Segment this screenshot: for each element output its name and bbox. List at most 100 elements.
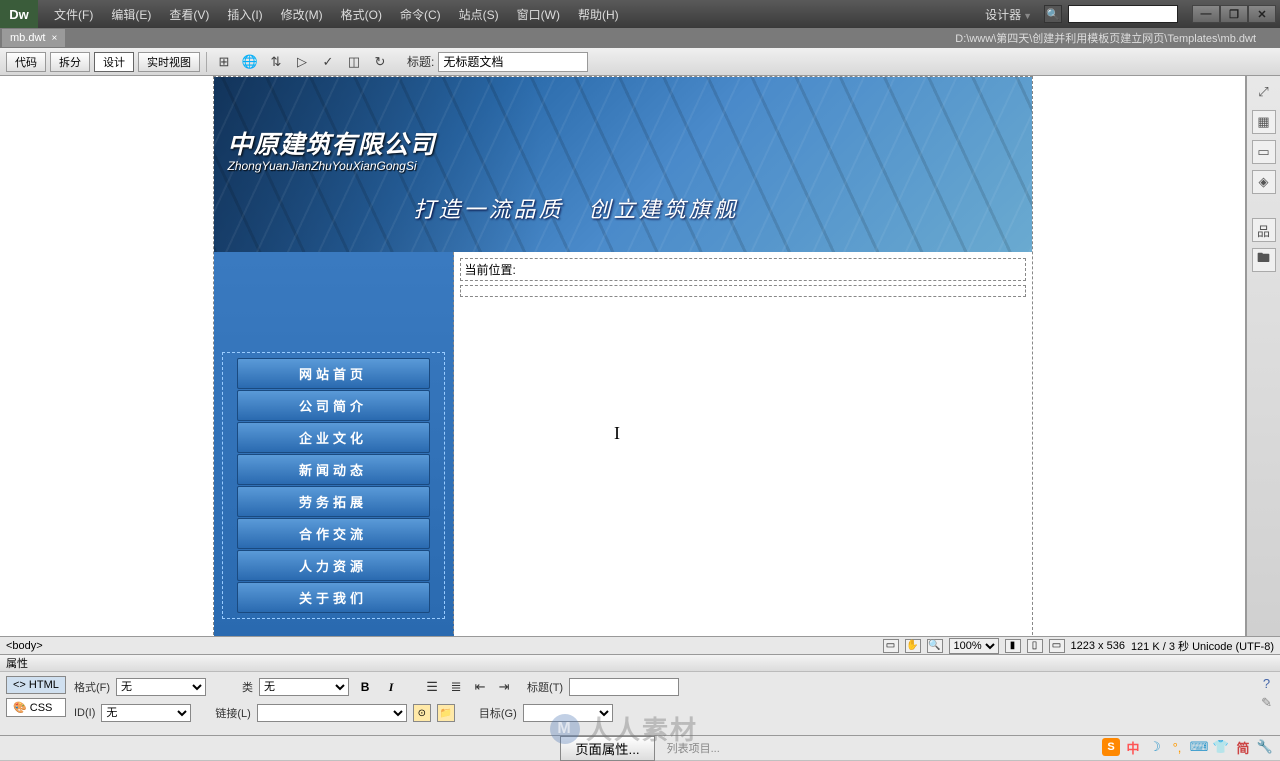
check-icon[interactable]: ✓ [317,52,339,72]
indent-icon[interactable]: ⇥ [495,679,513,695]
visual-aids-icon[interactable]: ◫ [343,52,365,72]
list-item-button: 列表项目... [667,740,720,756]
target-select[interactable] [523,704,613,722]
file-management-icon[interactable]: ⇅ [265,52,287,72]
outdent-icon[interactable]: ⇤ [471,679,489,695]
ime-settings-icon[interactable]: 🔧 [1256,738,1274,756]
menu-items: 文件(F) 编辑(E) 查看(V) 插入(I) 修改(M) 格式(O) 命令(C… [38,2,979,27]
view-design-button[interactable]: 设计 [94,52,134,72]
browser-preview-icon[interactable]: 🌐 [239,52,261,72]
view-split-button[interactable]: 拆分 [50,52,90,72]
tag-selector-bar: <body> ▭ ✋ 🔍 100% ▮ ▯ ▭ 1223 x 536 121 K… [0,636,1280,654]
panel-dock: ⤢ ▦ ▭ ◈ 品 🖿 [1246,76,1280,636]
document-toolbar: 代码 拆分 设计 实时视图 ⊞ 🌐 ⇅ ▷ ✓ ◫ ↻ 标题: [0,48,1280,76]
zoom-select[interactable]: 100% [949,638,999,654]
menu-commands[interactable]: 命令(C) [392,2,449,27]
link-label: 链接(L) [215,705,250,721]
sogou-icon[interactable]: S [1102,738,1120,756]
class-label: 类 [242,679,253,695]
zoom-tool-icon[interactable]: 🔍 [927,639,943,653]
menu-view[interactable]: 查看(V) [161,2,217,27]
menu-file[interactable]: 文件(F) [46,2,101,27]
refresh-icon[interactable]: ↻ [369,52,391,72]
nav-about[interactable]: 公司简介 [237,390,430,421]
tab-close-icon[interactable]: × [51,33,57,44]
banner: 中原建筑有限公司 ZhongYuanJianZhuYouXianGongSi 打… [214,77,1032,252]
close-button[interactable]: ✕ [1248,5,1276,23]
hand-tool-icon[interactable]: ✋ [905,639,921,653]
menu-site[interactable]: 站点(S) [451,2,507,27]
ime-moon-icon[interactable]: ☽ [1146,738,1164,756]
tag-body[interactable]: <body> [6,640,43,652]
resources-panel-icon[interactable]: 🖿 [1252,248,1276,272]
company-pinyin: ZhongYuanJianZhuYouXianGongSi [228,159,417,173]
menubar: Dw 文件(F) 编辑(E) 查看(V) 插入(I) 修改(M) 格式(O) 命… [0,0,1280,28]
page-template: 中原建筑有限公司 ZhongYuanJianZhuYouXianGongSi 打… [213,76,1033,636]
nav-home[interactable]: 网站首页 [237,358,430,389]
properties-header[interactable]: 属性 [0,654,1280,672]
select-tool-icon[interactable]: ▭ [883,639,899,653]
viewport-icon-2[interactable]: ▯ [1027,639,1043,653]
ime-lang-icon[interactable]: 中 [1124,738,1142,756]
assets-panel-icon[interactable]: ◈ [1252,170,1276,194]
properties-panel: <> HTML 🎨 CSS 格式(F) 无 类 无 B I ☰ ≣ ⇤ ⇥ 标题… [0,672,1280,736]
title-attr-input[interactable] [569,678,679,696]
nav-labor[interactable]: 劳务拓展 [237,486,430,517]
ordered-list-icon[interactable]: ≣ [447,679,465,695]
design-canvas[interactable]: 中原建筑有限公司 ZhongYuanJianZhuYouXianGongSi 打… [0,76,1246,636]
main-area: 中原建筑有限公司 ZhongYuanJianZhuYouXianGongSi 打… [0,76,1280,636]
menu-edit[interactable]: 编辑(E) [103,2,159,27]
document-title-input[interactable] [438,52,588,72]
ime-simplified-icon[interactable]: 简 [1234,738,1252,756]
restore-button[interactable]: ❐ [1220,5,1248,23]
menu-format[interactable]: 格式(O) [333,2,390,27]
class-select[interactable]: 无 [259,678,349,696]
ime-keyboard-icon[interactable]: ⌨ [1190,738,1208,756]
menu-insert[interactable]: 插入(I) [219,2,270,27]
menu-help[interactable]: 帮助(H) [570,2,627,27]
ap-elements-panel-icon[interactable]: ▭ [1252,140,1276,164]
help-icon[interactable]: ? [1263,676,1270,691]
properties-css-tab[interactable]: 🎨 CSS [6,698,66,717]
ime-punct-icon[interactable]: °, [1168,738,1186,756]
search-input[interactable] [1068,5,1178,23]
menu-window[interactable]: 窗口(W) [509,2,568,27]
bold-button[interactable]: B [355,678,375,696]
id-select[interactable]: 无 [101,704,191,722]
search-icon[interactable]: 🔍 [1044,5,1062,23]
files-panel-icon[interactable]: 品 [1252,218,1276,242]
id-label: ID(I) [74,707,95,719]
css-styles-panel-icon[interactable]: ▦ [1252,110,1276,134]
quick-tag-icon[interactable]: ✎ [1261,695,1272,711]
nav-news[interactable]: 新闻动态 [237,454,430,485]
viewport-icon-3[interactable]: ▭ [1049,639,1065,653]
nav-hr[interactable]: 人力资源 [237,550,430,581]
content-area[interactable]: 当前位置: [454,252,1032,636]
breadcrumb-region[interactable]: 当前位置: [460,258,1026,281]
properties-html-tab[interactable]: <> HTML [6,676,66,694]
nav-contact[interactable]: 关于我们 [237,582,430,613]
minimize-button[interactable]: — [1192,5,1220,23]
view-code-button[interactable]: 代码 [6,52,46,72]
view-live-button[interactable]: 实时视图 [138,52,200,72]
italic-button[interactable]: I [381,678,401,696]
editable-region[interactable] [460,285,1026,297]
viewport-icon-1[interactable]: ▮ [1005,639,1021,653]
multiscreen-icon[interactable]: ⊞ [213,52,235,72]
canvas-dimensions: 1223 x 536 [1071,640,1125,652]
link-select[interactable] [257,704,407,722]
document-path: D:\www\第四天\创建并利用模板页建立网页\Templates\mb.dwt [955,30,1280,46]
expand-panels-icon[interactable]: ⤢ [1252,80,1276,104]
format-select[interactable]: 无 [116,678,206,696]
menu-modify[interactable]: 修改(M) [273,2,331,27]
browse-folder-icon[interactable]: 📁 [437,704,455,722]
nav-coop[interactable]: 合作交流 [237,518,430,549]
unordered-list-icon[interactable]: ☰ [423,679,441,695]
workspace-switcher[interactable]: 设计器▼ [979,4,1038,25]
nav-culture[interactable]: 企业文化 [237,422,430,453]
validate-icon[interactable]: ▷ [291,52,313,72]
ime-skin-icon[interactable]: 👕 [1212,738,1230,756]
point-to-file-icon[interactable]: ⊙ [413,704,431,722]
document-tab[interactable]: mb.dwt × [2,29,65,47]
page-properties-button[interactable]: 页面属性... [560,736,654,761]
